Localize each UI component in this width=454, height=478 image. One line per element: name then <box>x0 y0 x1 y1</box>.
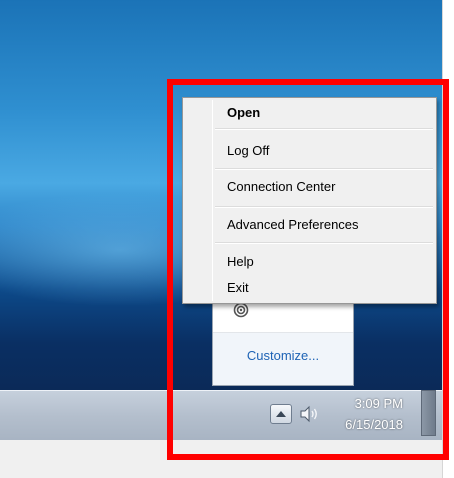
menu-separator <box>215 242 433 244</box>
chevron-up-icon <box>276 411 286 417</box>
show-desktop-button[interactable] <box>421 390 436 436</box>
menu-separator <box>215 128 433 130</box>
menu-item-connection-center[interactable]: Connection Center <box>185 174 434 200</box>
tray-context-menu: Open Log Off Connection Center Advanced … <box>182 97 437 304</box>
screen: 3:09 PM 6/15/2018 Customize... Open Log … <box>0 0 454 478</box>
menu-item-log-off[interactable]: Log Off <box>185 138 434 164</box>
customize-link[interactable]: Customize... <box>213 348 353 363</box>
window-edge <box>442 0 454 478</box>
menu-item-advanced-preferences[interactable]: Advanced Preferences <box>185 212 434 238</box>
menu-separator <box>215 168 433 170</box>
clock-time[interactable]: 3:09 PM <box>323 396 403 411</box>
menu-item-open[interactable]: Open <box>185 100 434 126</box>
speaker-icon[interactable] <box>298 404 320 424</box>
receiver-swirl-icon[interactable] <box>233 302 249 318</box>
menu-item-help[interactable]: Help <box>185 249 434 275</box>
overflow-footer: Customize... <box>213 333 353 385</box>
menu-separator <box>215 206 433 208</box>
clock-date[interactable]: 6/15/2018 <box>323 417 403 432</box>
below-taskbar-area <box>0 440 442 478</box>
menu-item-exit[interactable]: Exit <box>185 275 434 301</box>
show-hidden-icons-button[interactable] <box>270 404 292 424</box>
